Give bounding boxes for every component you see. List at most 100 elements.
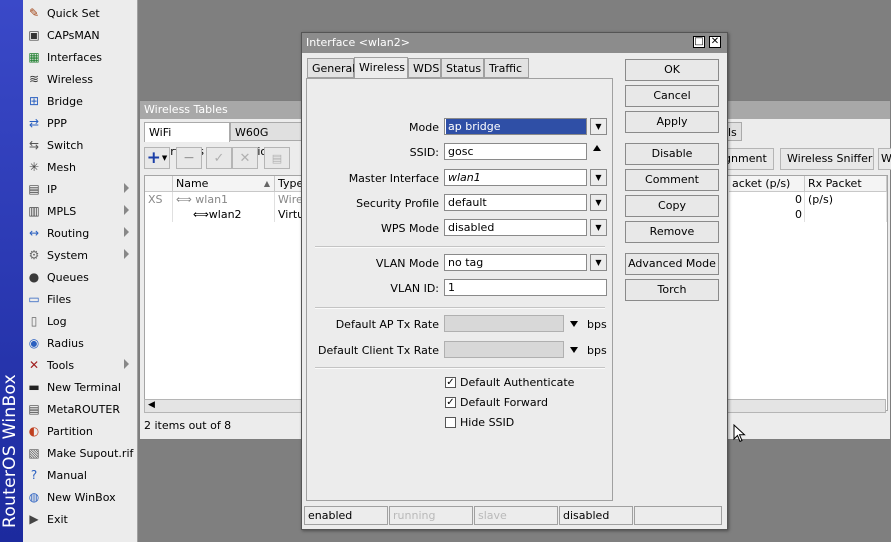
scroll-left-icon[interactable]: ◀ — [148, 400, 155, 410]
default-ap-tx-rate-label: Default AP Tx Rate — [335, 318, 439, 331]
tab-wireless[interactable]: Wireless — [354, 57, 408, 79]
sidebar-item-ppp[interactable]: ⇄ PPP — [23, 112, 137, 134]
column-name[interactable]: Name ▲ — [173, 176, 275, 192]
table-row[interactable]: ⟺wlan2 — [173, 207, 275, 222]
sidebar-item-log[interactable]: ▯ Log — [23, 310, 137, 332]
sidebar-item-queues[interactable]: ● Queues — [23, 266, 137, 288]
sidebar-item-wireless[interactable]: ≋ Wireless — [23, 68, 137, 90]
mode-select[interactable]: ap bridge — [444, 118, 587, 135]
sidebar-item-label: Manual — [47, 468, 87, 482]
tab-wds[interactable]: WDS — [408, 58, 441, 78]
check-icon: ✓ — [213, 150, 225, 166]
interfaces-icon: ▦ — [28, 50, 40, 64]
sidebar-item-exit[interactable]: ▶ Exit — [23, 508, 137, 530]
sidebar-item-ip[interactable]: ▤ IP — [23, 178, 137, 200]
sidebar-item-interfaces[interactable]: ▦ Interfaces — [23, 46, 137, 68]
tab-traffic[interactable]: Traffic — [484, 58, 529, 78]
default-ap-tx-rate-input[interactable] — [444, 315, 564, 332]
tab-wifi-interfaces[interactable]: WiFi Interfaces — [144, 122, 230, 158]
brand-label: RouterOS WinBox — [0, 374, 20, 528]
wps-mode-dropdown-button[interactable]: ▼ — [590, 219, 607, 236]
radius-icon: ◉ — [28, 336, 40, 350]
partition-icon: ◐ — [28, 424, 40, 438]
sort-icon: ▲ — [263, 179, 270, 188]
partial-button[interactable]: W — [878, 148, 891, 170]
sidebar-item-manual[interactable]: ? Manual — [23, 464, 137, 486]
sidebar-item-system[interactable]: ⚙ System — [23, 244, 137, 266]
sidebar-item-new-terminal[interactable]: ▬ New Terminal — [23, 376, 137, 398]
dropdown-arrow-icon[interactable] — [570, 347, 578, 353]
supout-icon: ▧ — [28, 446, 40, 460]
sidebar-item-metarouter[interactable]: ▤ MetaROUTER — [23, 398, 137, 420]
sidebar-item-tools[interactable]: ✕ Tools — [23, 354, 137, 376]
queues-icon: ● — [28, 270, 40, 284]
column-rx-packet[interactable]: Rx Packet (p/s) — [805, 176, 887, 206]
exit-icon: ▶ — [29, 512, 39, 526]
brand-strip: RouterOS WinBox — [0, 0, 23, 542]
sidebar-item-capsman[interactable]: ▣ CAPsMAN — [23, 24, 137, 46]
sidebar-item-label: IP — [47, 182, 57, 196]
comment-button[interactable]: Comment — [625, 169, 719, 191]
sidebar-item-mesh[interactable]: ✳ Mesh — [23, 156, 137, 178]
sidebar-item-label: CAPsMAN — [47, 28, 100, 42]
vlan-mode-dropdown-button[interactable]: ▼ — [590, 254, 607, 271]
mode-dropdown-button[interactable]: ▼ — [590, 118, 607, 135]
default-forward-checkbox[interactable]: ✓ — [445, 397, 456, 408]
sidebar-item-bridge[interactable]: ⊞ Bridge — [23, 90, 137, 112]
wps-mode-select[interactable]: disabled — [444, 219, 587, 236]
dropdown-arrow-icon[interactable] — [570, 321, 578, 327]
separator — [315, 307, 605, 309]
remove-button[interactable]: Remove — [625, 221, 719, 243]
disable-button[interactable]: Disable — [625, 143, 719, 165]
enable-button[interactable]: ✓ — [206, 147, 232, 169]
default-authenticate-label: Default Authenticate — [460, 376, 575, 389]
sidebar-item-make-supout-rif[interactable]: ▧ Make Supout.rif — [23, 442, 137, 464]
master-interface-label: Master Interface — [348, 172, 439, 185]
sidebar-item-routing[interactable]: ↔ Routing — [23, 222, 137, 244]
vlan-mode-select[interactable]: no tag — [444, 254, 587, 271]
sidebar-item-radius[interactable]: ◉ Radius — [23, 332, 137, 354]
default-authenticate-checkbox[interactable]: ✓ — [445, 377, 456, 388]
wireless-sniffer-button[interactable]: Wireless Sniffer — [780, 148, 874, 170]
sidebar-item-mpls[interactable]: ▥ MPLS — [23, 200, 137, 222]
master-interface-dropdown-button[interactable]: ▼ — [590, 169, 607, 186]
sidebar-item-new-winbox[interactable]: ◍ New WinBox — [23, 486, 137, 508]
copy-button[interactable]: Copy — [625, 195, 719, 217]
disable-button[interactable]: ✕ — [232, 147, 258, 169]
table-row[interactable]: ⟺ wlan1 — [173, 192, 275, 207]
security-profile-dropdown-button[interactable]: ▼ — [590, 194, 607, 211]
cancel-button[interactable]: Cancel — [625, 85, 719, 107]
comment-button[interactable]: ▤ — [264, 147, 290, 169]
dropdown-arrow-icon: ▼ — [595, 258, 602, 267]
sidebar-item-files[interactable]: ▭ Files — [23, 288, 137, 310]
sidebar-item-quick-set[interactable]: ✎ Quick Set — [23, 2, 137, 24]
close-icon[interactable]: ✕ — [709, 36, 721, 48]
apply-button[interactable]: Apply — [625, 111, 719, 133]
vlan-id-input[interactable]: 1 — [444, 279, 607, 296]
default-client-tx-rate-input[interactable] — [444, 341, 564, 358]
tab-w60g-station[interactable]: W60G Station — [230, 122, 304, 158]
dialog-title[interactable]: Interface <wlan2> — [302, 33, 727, 53]
tab-general[interactable]: General — [307, 58, 355, 78]
sidebar-item-switch[interactable]: ⇆ Switch — [23, 134, 137, 156]
tab-status[interactable]: Status — [441, 58, 484, 78]
collapse-icon[interactable] — [593, 145, 601, 151]
add-button[interactable]: + ▼ — [144, 147, 170, 169]
hide-ssid-label: Hide SSID — [460, 416, 515, 429]
sidebar-item-partition[interactable]: ◐ Partition — [23, 420, 137, 442]
ok-button[interactable]: OK — [625, 59, 719, 81]
remove-button[interactable]: − — [176, 147, 202, 169]
files-icon: ▭ — [28, 292, 40, 306]
tab-partial[interactable]: ls — [726, 122, 742, 141]
status-running: running — [389, 506, 473, 525]
master-interface-select[interactable]: wlan1 — [444, 169, 587, 186]
advanced-mode-button[interactable]: Advanced Mode — [625, 253, 719, 275]
column-tx-packet[interactable]: acket (p/s) — [729, 176, 805, 192]
minus-icon: − — [183, 150, 195, 166]
hide-ssid-checkbox[interactable] — [445, 417, 456, 428]
restore-icon[interactable]: □ — [693, 36, 705, 48]
sidebar-item-label: Wireless — [47, 72, 94, 86]
security-profile-select[interactable]: default — [444, 194, 587, 211]
torch-button[interactable]: Torch — [625, 279, 719, 301]
ssid-input[interactable]: gosc — [444, 143, 587, 160]
